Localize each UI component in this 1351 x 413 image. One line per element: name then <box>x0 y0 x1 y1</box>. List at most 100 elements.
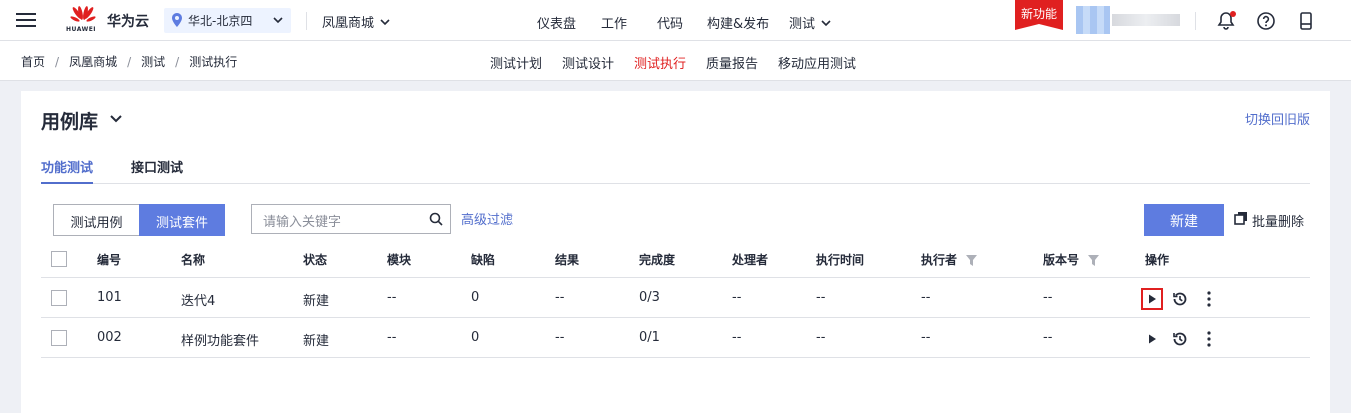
table-row[interactable]: 002 样例功能套件 新建 -- 0 -- 0/1 -- -- -- -- <box>41 318 1310 358</box>
col-status: 状态 <box>303 253 328 267</box>
segment-test-suite[interactable]: 测试套件 <box>139 204 225 236</box>
more-button[interactable] <box>1198 288 1220 310</box>
avatar[interactable] <box>1076 6 1110 34</box>
username-blurred[interactable] <box>1112 14 1180 26</box>
cell-defects: 0 <box>471 330 480 345</box>
history-button[interactable] <box>1169 328 1191 350</box>
cell-id: 002 <box>97 330 122 345</box>
search-input[interactable]: 请输入关键字 <box>251 204 451 234</box>
col-name: 名称 <box>181 253 206 267</box>
more-vertical-icon <box>1207 291 1211 307</box>
history-icon <box>1173 292 1187 306</box>
cell-version: -- <box>1043 290 1053 305</box>
more-vertical-icon <box>1207 331 1211 347</box>
nav-dashboard[interactable]: 仪表盘 <box>537 13 576 32</box>
row-checkbox[interactable] <box>51 290 67 306</box>
execute-button[interactable] <box>1141 328 1163 350</box>
row-checkbox[interactable] <box>51 330 67 346</box>
tab-quality-report[interactable]: 质量报告 <box>706 53 758 72</box>
history-button[interactable] <box>1169 288 1191 310</box>
col-executor-label: 执行者 <box>921 253 958 267</box>
tab-test-design[interactable]: 测试设计 <box>562 53 614 72</box>
nav-code[interactable]: 代码 <box>657 13 683 32</box>
nav-test[interactable]: 测试 <box>789 13 831 32</box>
history-icon <box>1173 332 1187 346</box>
filter-icon[interactable] <box>1088 255 1100 266</box>
col-version[interactable]: 版本号 <box>1043 251 1100 268</box>
cell-executor: -- <box>921 330 931 345</box>
huawei-logo[interactable]: HUAWEI <box>66 5 100 37</box>
col-executor[interactable]: 执行者 <box>921 251 978 268</box>
cell-defects: 0 <box>471 290 480 305</box>
col-result: 结果 <box>555 253 580 267</box>
cell-executor: -- <box>921 290 931 305</box>
mobile-icon[interactable] <box>1296 11 1316 31</box>
cell-status: 新建 <box>303 294 330 309</box>
menu-icon[interactable] <box>16 13 36 29</box>
cell-version: -- <box>1043 330 1053 345</box>
tab-test-execution[interactable]: 测试执行 <box>634 53 686 72</box>
nav-build-release[interactable]: 构建&发布 <box>707 13 769 32</box>
tab-api-test[interactable]: 接口测试 <box>131 157 183 184</box>
divider <box>1195 12 1196 30</box>
col-handler: 处理者 <box>732 253 769 267</box>
advanced-filter-link[interactable]: 高级过滤 <box>461 209 513 228</box>
breadcrumb-project[interactable]: 凤凰商城 <box>69 55 117 69</box>
breadcrumb-test[interactable]: 测试 <box>141 55 165 69</box>
play-icon <box>1149 334 1156 344</box>
col-exec-time: 执行时间 <box>816 253 865 267</box>
tab-mobile-app-test[interactable]: 移动应用测试 <box>778 53 856 72</box>
cell-exec-time: -- <box>816 330 826 345</box>
bulk-delete-button[interactable]: 批量删除 <box>1234 211 1304 230</box>
region-label: 华北-北京四 <box>188 14 253 28</box>
breadcrumb-current: 测试执行 <box>189 55 238 69</box>
sub-navbar: 首页 / 凤凰商城 / 测试 / 测试执行 测试计划 测试设计 测试执行 质量报告 移动应用… <box>0 41 1351 81</box>
tab-test-plan[interactable]: 测试计划 <box>490 53 542 72</box>
logo-text: HUAWEI <box>66 26 97 33</box>
col-module: 模块 <box>387 253 412 267</box>
breadcrumb: 首页 / 凤凰商城 / 测试 / 测试执行 <box>21 55 238 69</box>
copy-delete-icon <box>1234 212 1247 225</box>
brand-name[interactable]: 华为云 <box>107 11 149 31</box>
col-actions: 操作 <box>1145 253 1170 267</box>
cell-name[interactable]: 样例功能套件 <box>181 330 259 349</box>
nav-work[interactable]: 工作 <box>601 13 627 32</box>
project-selector[interactable]: 凤凰商城 <box>322 12 390 31</box>
cell-status: 新建 <box>303 334 330 349</box>
nav-test-label: 测试 <box>789 17 816 32</box>
tab-functional-test[interactable]: 功能测试 <box>41 157 94 184</box>
region-selector[interactable]: 华北-北京四 <box>164 8 291 33</box>
help-icon[interactable] <box>1256 11 1276 31</box>
new-button[interactable]: 新建 <box>1144 204 1224 236</box>
chevron-down-icon <box>273 17 283 24</box>
col-defects: 缺陷 <box>471 253 496 267</box>
filter-icon[interactable] <box>966 255 978 266</box>
new-feature-badge[interactable]: 新功能 <box>1015 0 1063 30</box>
breadcrumb-home[interactable]: 首页 <box>21 55 45 69</box>
project-name: 凤凰商城 <box>322 16 375 31</box>
cell-module: -- <box>387 290 397 305</box>
search-placeholder: 请输入关键字 <box>263 215 342 230</box>
switch-old-version-link[interactable]: 切换回旧版 <box>1245 109 1310 128</box>
top-navbar: HUAWEI 华为云 华北-北京四 凤凰商城 仪表盘 工作 代码 构建&发布 测… <box>0 0 1351 41</box>
cell-name[interactable]: 迭代4 <box>181 290 215 309</box>
cell-result: -- <box>555 330 565 345</box>
col-version-label: 版本号 <box>1043 253 1080 267</box>
notification-dot <box>1230 11 1236 17</box>
table-header: 编号 名称 状态 模块 缺陷 结果 完成度 处理者 执行时间 执行者 版本号 操… <box>41 239 1310 278</box>
main-card: 用例库 切换回旧版 功能测试 接口测试 测试用例 测试套件 请输入关键字 高级过… <box>21 91 1330 413</box>
cell-module: -- <box>387 330 397 345</box>
page-title[interactable]: 用例库 <box>41 107 98 134</box>
more-button[interactable] <box>1198 328 1220 350</box>
col-id: 编号 <box>97 253 122 267</box>
select-all-checkbox[interactable] <box>51 251 67 267</box>
search-icon[interactable] <box>429 212 443 226</box>
cell-handler: -- <box>732 330 742 345</box>
location-icon <box>172 13 182 27</box>
segment-test-case[interactable]: 测试用例 <box>53 204 139 236</box>
chevron-down-icon <box>821 20 831 27</box>
execute-button[interactable] <box>1141 288 1163 310</box>
bell-icon[interactable] <box>1216 11 1236 31</box>
table-row[interactable]: 101 迭代4 新建 -- 0 -- 0/3 -- -- -- -- <box>41 278 1310 318</box>
chevron-down-icon[interactable] <box>109 113 123 125</box>
